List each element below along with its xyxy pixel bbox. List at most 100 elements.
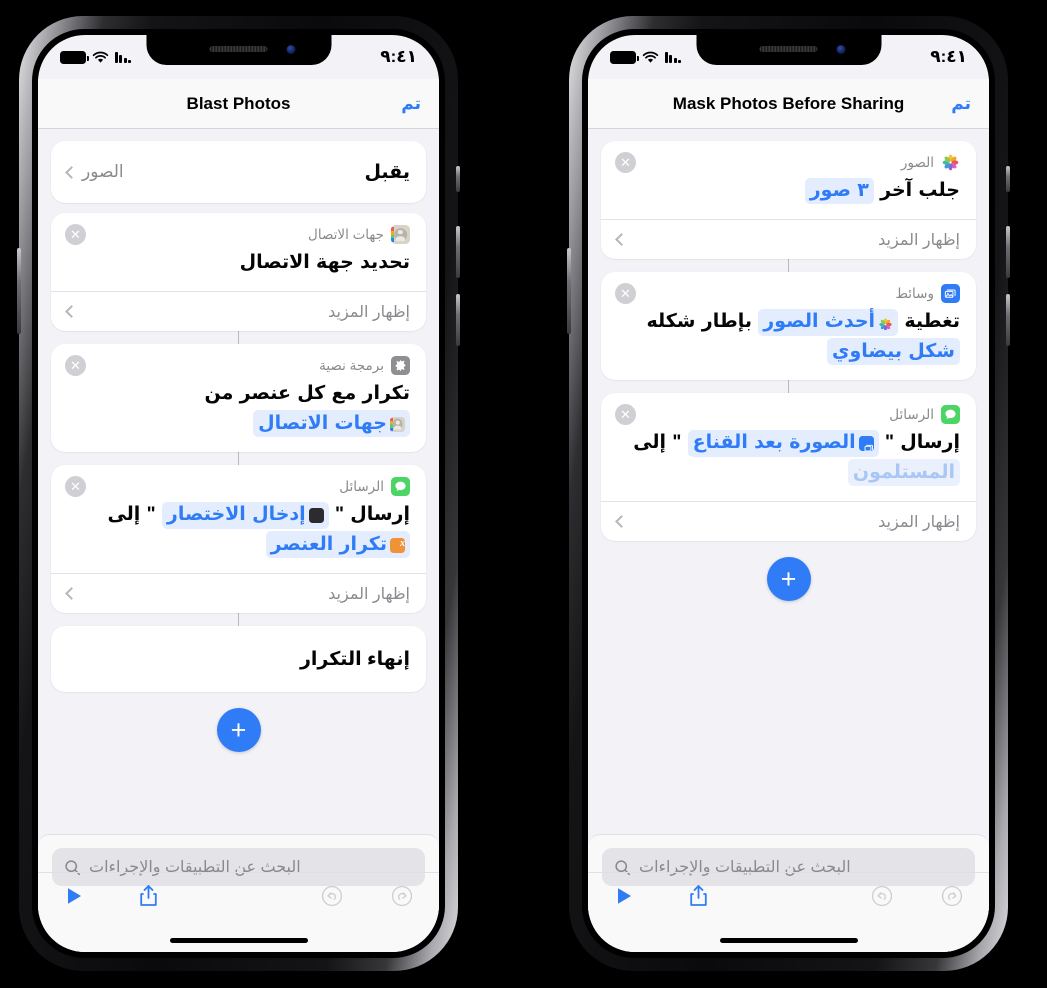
action-text-segment: " إلى <box>107 504 156 526</box>
action-connector <box>787 259 790 273</box>
messages-icon <box>391 477 410 497</box>
add-action-wrap: + <box>601 557 976 602</box>
shortcut-editor-left[interactable]: يقبل الصور ✕ جهات الاتصال تحديد جهة الات… <box>38 129 439 952</box>
volume-down-button[interactable] <box>1006 294 1010 346</box>
show-more-row[interactable]: إظهار المزيد <box>51 291 426 331</box>
battery-icon <box>60 50 89 64</box>
action-card-send-message[interactable]: ✕ الرسائل إرسال " إدخال الاختصار " إلى x… <box>51 465 426 614</box>
bottom-bar-left: البحث عن التطبيقات والإجراءات <box>38 834 439 952</box>
status-bar-time: ٩:٤١ <box>930 47 967 66</box>
earpiece-speaker <box>759 46 818 52</box>
token-label: الصورة بعد القناع <box>692 432 856 454</box>
chevron-left-icon <box>615 515 628 529</box>
action-text-segment: إرسال " <box>334 504 410 526</box>
action-app-label: الصور <box>900 154 934 170</box>
action-card-overlay-image[interactable]: ✕ وسائط تغطية أحدث الصور بإطار شكله شكل … <box>601 272 976 381</box>
mute-switch[interactable] <box>456 166 460 192</box>
front-camera-icon <box>836 45 846 54</box>
volume-down-button[interactable] <box>456 294 460 346</box>
done-button-left[interactable]: تم <box>401 94 421 114</box>
action-card-repeat-with-each[interactable]: ✕ برمجة نصية تكرار مع كل عنصر من جهات ال… <box>51 344 426 453</box>
action-text-segment: تغطية <box>904 311 960 333</box>
chevron-left-icon <box>65 165 78 179</box>
accepts-value[interactable]: الصور <box>65 162 124 182</box>
add-action-wrap: + <box>51 708 426 753</box>
variable-token-latest-photos[interactable]: أحدث الصور <box>758 308 899 336</box>
chevron-left-icon <box>65 587 78 601</box>
undo-button[interactable] <box>871 885 893 907</box>
redo-button[interactable] <box>391 885 413 907</box>
action-text-segment: جلب آخر <box>880 180 960 201</box>
parameter-token-shape[interactable]: شكل بيضاوي <box>827 338 960 366</box>
navigation-bar-left: Blast Photos تم <box>38 79 439 129</box>
action-card-end-repeat[interactable]: إنهاء التكرار <box>51 626 426 693</box>
undo-button[interactable] <box>321 885 343 907</box>
volume-up-button[interactable] <box>456 226 460 278</box>
home-indicator <box>719 938 858 943</box>
screenshot-stage: ٩:٤١ Blast Photos تم يقبل الصور ✕ جهات ا… <box>0 0 1047 988</box>
action-description: تكرار مع كل عنصر من جهات الاتصال <box>67 379 410 438</box>
earpiece-speaker <box>209 46 268 52</box>
play-button[interactable] <box>614 886 634 906</box>
navigation-bar-right: Mask Photos Before Sharing تم <box>588 79 989 129</box>
action-description: جلب آخر ٣ صور <box>617 176 960 205</box>
status-bar-left <box>60 50 131 64</box>
action-card-send-message[interactable]: ✕ الرسائل إرسال " الصورة بعد القناع " إل… <box>601 393 976 542</box>
volume-up-button[interactable] <box>1006 226 1010 278</box>
token-label: شكل بيضاوي <box>832 340 955 362</box>
variable-token-masked-image[interactable]: الصورة بعد القناع <box>687 429 879 457</box>
power-button[interactable] <box>567 248 571 334</box>
action-connector <box>787 380 790 394</box>
redo-button[interactable] <box>941 885 963 907</box>
accepts-label: يقبل <box>364 161 410 183</box>
token-label: إدخال الاختصار <box>166 504 306 526</box>
parameter-token-photo-count[interactable]: ٣ صور <box>804 177 874 205</box>
variable-token-repeat-item[interactable]: xتكرار العنصر <box>265 531 410 558</box>
variable-token-shortcut-input[interactable]: إدخال الاختصار <box>161 501 329 529</box>
wifi-icon <box>92 51 109 64</box>
device-bezel: ٩:٤١ Mask Photos Before Sharing تم ✕ الص… <box>582 29 995 958</box>
done-button-right[interactable]: تم <box>951 94 971 114</box>
token-label: تكرار العنصر <box>270 533 387 555</box>
front-camera-icon <box>286 45 296 54</box>
share-button[interactable] <box>688 884 709 908</box>
bottom-bar-right: البحث عن التطبيقات والإجراءات <box>588 834 989 952</box>
action-card-get-latest-photos[interactable]: ✕ الصور جلب آخر ٣ صور إظهار المزيد <box>601 141 976 260</box>
parameter-token-recipients[interactable]: المستلمون <box>847 459 960 486</box>
accepts-input-row[interactable]: يقبل الصور <box>51 141 426 203</box>
show-more-row[interactable]: إظهار المزيد <box>601 219 976 259</box>
show-more-label: إظهار المزيد <box>878 231 960 249</box>
add-action-button[interactable]: + <box>216 708 261 753</box>
variable-token-contacts[interactable]: جهات الاتصال <box>253 410 410 438</box>
status-bar-left <box>610 50 681 64</box>
action-card-header: برمجة نصية <box>67 356 410 376</box>
iphone-device-right: ٩:٤١ Mask Photos Before Sharing تم ✕ الص… <box>567 16 1010 971</box>
screen-left: ٩:٤١ Blast Photos تم يقبل الصور ✕ جهات ا… <box>38 35 439 952</box>
page-title-left: Blast Photos <box>186 93 291 113</box>
shortcut-editor-right[interactable]: ✕ الصور جلب آخر ٣ صور إظهار المزيد ✕ وسا… <box>588 129 989 952</box>
action-card-body: ✕ الصور جلب آخر ٣ صور <box>601 141 976 219</box>
wifi-icon <box>642 51 659 64</box>
remove-action-button[interactable]: ✕ <box>615 152 636 173</box>
action-app-label: الرسائل <box>889 406 934 422</box>
power-button[interactable] <box>17 248 21 334</box>
show-more-label: إظهار المزيد <box>328 585 410 603</box>
remove-action-button[interactable]: ✕ <box>65 224 86 245</box>
action-text-segment: تكرار مع كل عنصر من <box>204 383 410 405</box>
share-button[interactable] <box>138 884 159 908</box>
home-indicator <box>169 938 308 943</box>
play-button[interactable] <box>64 886 84 906</box>
chevron-left-icon <box>615 233 628 247</box>
cellular-signal-icon <box>665 51 681 63</box>
notch <box>146 35 331 65</box>
action-app-label: جهات الاتصال <box>308 226 384 242</box>
show-more-row[interactable]: إظهار المزيد <box>51 573 426 613</box>
show-more-row[interactable]: إظهار المزيد <box>601 501 976 541</box>
add-action-button[interactable]: + <box>766 557 811 602</box>
token-label: ٣ صور <box>809 180 869 201</box>
action-card-select-contact[interactable]: ✕ جهات الاتصال تحديد جهة الاتصال إظهار ا… <box>51 213 426 332</box>
action-card-body: ✕ جهات الاتصال تحديد جهة الاتصال <box>51 213 426 291</box>
action-card-body: ✕ وسائط تغطية أحدث الصور بإطار شكله شكل … <box>601 272 976 380</box>
show-more-label: إظهار المزيد <box>878 513 960 531</box>
mute-switch[interactable] <box>1006 166 1010 192</box>
